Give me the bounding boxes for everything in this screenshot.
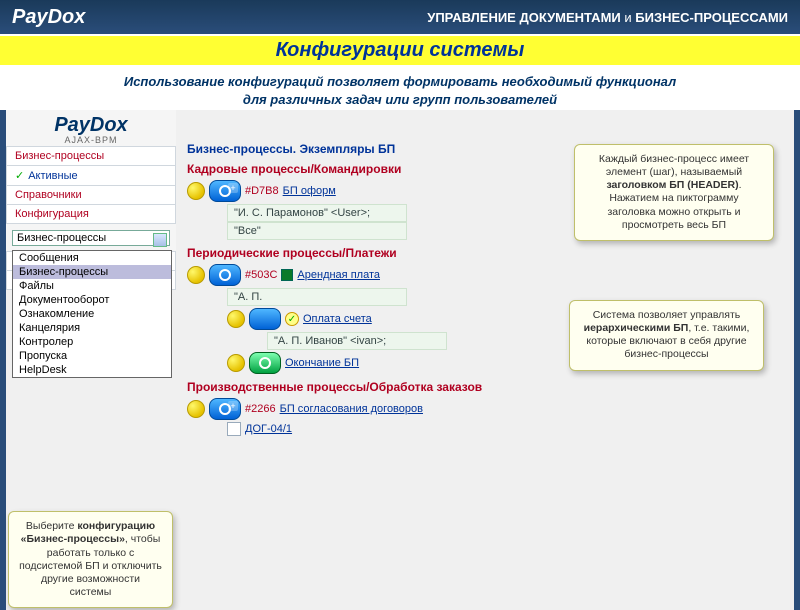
group-title: Производственные процессы/Обработка зака… — [187, 380, 788, 394]
dd-option[interactable]: Сообщения — [13, 251, 171, 265]
bp-link[interactable]: Арендная плата — [297, 269, 380, 281]
page-description: Использование конфигураций позволяет фор… — [0, 67, 800, 110]
bp-code: #2266 — [245, 403, 276, 415]
tip-hierarchy: Система позволяет управлять иерархически… — [569, 300, 764, 371]
brand-logo: PayDox — [12, 6, 85, 29]
sidebar: PayDox AJAX-BPM Бизнес-процессы Активные… — [6, 110, 176, 290]
doc-icon — [227, 422, 241, 436]
tip-header: Каждый бизнес-процесс имеет элемент (шаг… — [574, 144, 774, 241]
check-icon: ✓ — [285, 312, 299, 326]
dd-option[interactable]: Канцелярия — [13, 321, 171, 335]
tip-select-config: Выберите конфигурацию «Бизнес-процессы»,… — [8, 511, 173, 608]
money-icon — [281, 269, 293, 281]
inner-logo: PayDox AJAX-BPM — [6, 110, 176, 147]
pin-icon — [187, 182, 205, 200]
dd-option[interactable]: Бизнес-процессы — [13, 265, 171, 279]
sidebar-item-ref[interactable]: Справочники — [6, 185, 176, 205]
dd-option[interactable]: Файлы — [13, 279, 171, 293]
pin-icon — [227, 310, 245, 328]
sidebar-item-config[interactable]: Конфигурация — [6, 204, 176, 224]
bp-detail: "А. П. — [227, 288, 407, 306]
workspace: PayDox AJAX-BPM Бизнес-процессы Активные… — [6, 110, 794, 610]
config-dropdown-list: Сообщения Бизнес-процессы Файлы Документ… — [12, 250, 172, 378]
bp-code: #503C — [245, 269, 277, 281]
bp-header-node[interactable] — [209, 398, 241, 420]
bp-node[interactable] — [249, 308, 281, 330]
bp-link[interactable]: БП оформ — [283, 185, 336, 197]
bp-detail: "Все" — [227, 222, 407, 240]
bp-code: #D7B8 — [245, 185, 279, 197]
bp-node[interactable] — [209, 264, 241, 286]
tagline: УПРАВЛЕНИЕ ДОКУМЕНТАМИ и БИЗНЕС-ПРОЦЕССА… — [427, 10, 788, 25]
bp-detail: "А. П. Иванов" <ivan>; — [267, 332, 447, 350]
bp-link[interactable]: БП согласования договоров — [280, 403, 423, 415]
bp-detail: "И. С. Парамонов" <User>; — [227, 204, 407, 222]
pin-icon — [187, 400, 205, 418]
dd-option[interactable]: Ознакомление — [13, 307, 171, 321]
bp-header-node[interactable] — [209, 180, 241, 202]
dd-option[interactable]: Контролер — [13, 335, 171, 349]
bp-link[interactable]: Оплата счета — [303, 313, 372, 325]
page-title-banner: Конфигурации системы — [0, 34, 800, 67]
sidebar-item-active[interactable]: Активные — [6, 165, 176, 186]
bp-end-node[interactable] — [249, 352, 281, 374]
dd-option[interactable]: HelpDesk — [13, 363, 171, 377]
bp-link[interactable]: Окончание БП — [285, 357, 359, 369]
pin-icon — [227, 354, 245, 372]
group-title: Периодические процессы/Платежи — [187, 246, 788, 260]
dd-option[interactable]: Пропуска — [13, 349, 171, 363]
sidebar-item-bp[interactable]: Бизнес-процессы — [6, 146, 176, 166]
doc-link[interactable]: ДОГ-04/1 — [245, 423, 292, 435]
pin-icon — [187, 266, 205, 284]
dd-option[interactable]: Документооборот — [13, 293, 171, 307]
top-bar: PayDox УПРАВЛЕНИЕ ДОКУМЕНТАМИ и БИЗНЕС-П… — [0, 0, 800, 34]
config-dropdown-wrap: Бизнес-процессы Сообщения Бизнес-процесс… — [6, 224, 176, 252]
config-select[interactable]: Бизнес-процессы — [12, 230, 170, 246]
